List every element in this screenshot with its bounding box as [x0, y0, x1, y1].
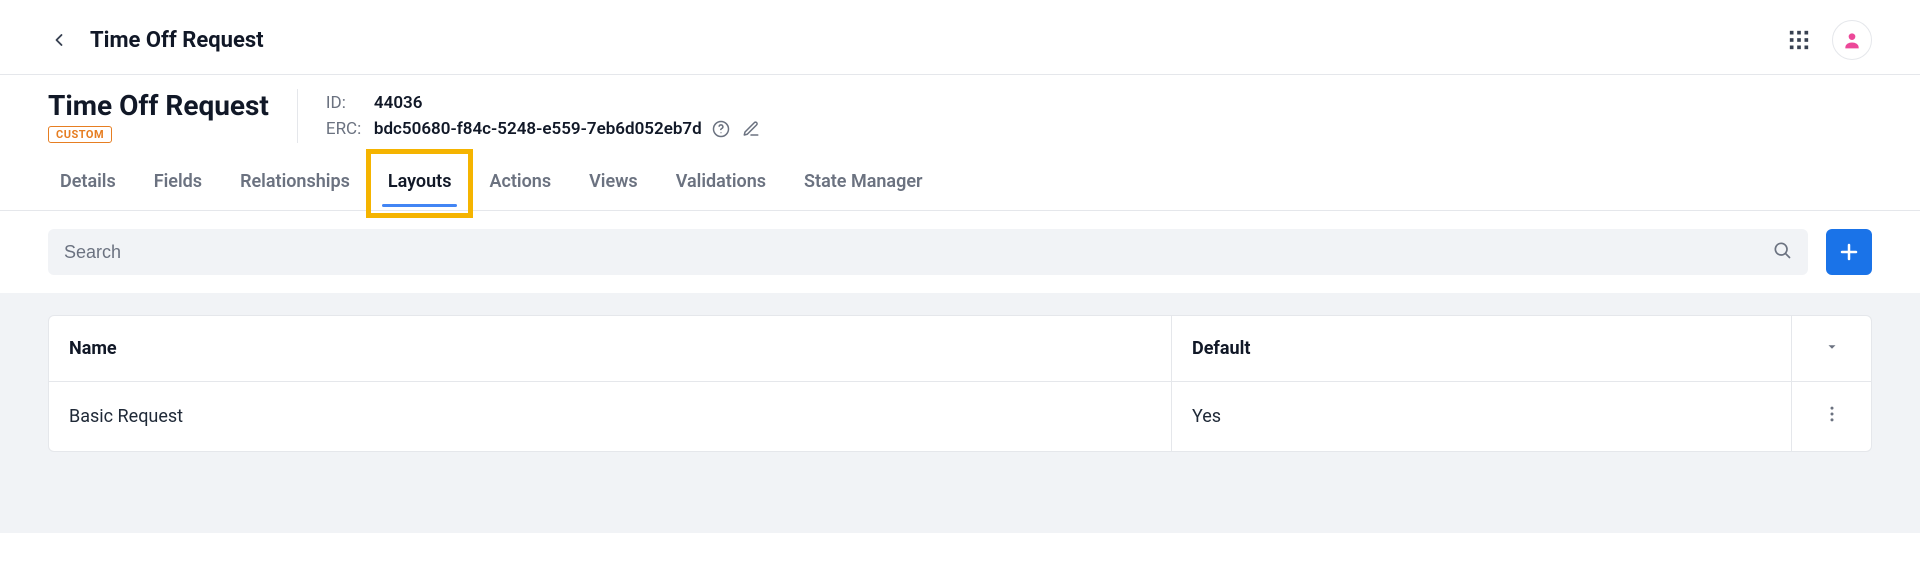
object-header-row: Time Off Request CUSTOM ID: 44036 ERC: b…	[48, 89, 1872, 143]
add-button[interactable]	[1826, 229, 1872, 275]
id-value: 44036	[374, 93, 423, 113]
pencil-icon	[742, 120, 760, 138]
plus-icon	[1837, 240, 1861, 264]
content: Name Default Basic Request Yes	[0, 293, 1920, 533]
cell-default: Yes	[1192, 406, 1221, 427]
tab-views[interactable]: Views	[587, 161, 640, 206]
tab-layouts[interactable]: Layouts	[386, 161, 454, 206]
apps-grid-icon	[1788, 29, 1810, 51]
object-header: Time Off Request CUSTOM ID: 44036 ERC: b…	[0, 74, 1920, 211]
chevron-left-icon	[49, 30, 69, 50]
object-title: Time Off Request	[48, 89, 269, 122]
column-header-name[interactable]: Name	[48, 315, 1172, 382]
erc-help-button[interactable]	[712, 120, 730, 138]
column-header-default[interactable]: Default	[1172, 315, 1792, 382]
id-row: ID: 44036	[326, 93, 760, 113]
id-label: ID:	[326, 93, 364, 113]
object-title-block: Time Off Request CUSTOM	[48, 89, 298, 143]
tab-fields[interactable]: Fields	[152, 161, 204, 206]
tab-details[interactable]: Details	[58, 161, 118, 206]
topbar: Time Off Request	[0, 0, 1920, 74]
search-icon	[1772, 240, 1792, 264]
topbar-left: Time Off Request	[48, 28, 264, 53]
erc-controls	[712, 120, 760, 138]
user-icon	[1842, 30, 1862, 50]
apps-button[interactable]	[1788, 29, 1810, 51]
cell-name: Basic Request	[69, 406, 183, 427]
layouts-table: Name Default Basic Request Yes	[48, 315, 1872, 452]
column-header-name-label: Name	[69, 338, 117, 359]
erc-value: bdc50680-f84c-5248-e559-7eb6d052eb7d	[374, 119, 702, 139]
user-avatar[interactable]	[1832, 20, 1872, 60]
caret-down-icon	[1825, 338, 1839, 359]
object-meta: ID: 44036 ERC: bdc50680-f84c-5248-e559-7…	[298, 89, 760, 139]
tab-validations[interactable]: Validations	[674, 161, 768, 206]
help-circle-icon	[712, 120, 730, 138]
row-actions-button[interactable]	[1822, 404, 1842, 429]
table-row-actions	[1792, 382, 1872, 452]
custom-badge: CUSTOM	[48, 126, 112, 143]
tab-state-manager[interactable]: State Manager	[802, 161, 924, 206]
column-header-default-label: Default	[1192, 338, 1250, 359]
erc-row: ERC: bdc50680-f84c-5248-e559-7eb6d052eb7…	[326, 119, 760, 139]
erc-label: ERC:	[326, 119, 364, 139]
page-title: Time Off Request	[90, 28, 264, 53]
table-row-default: Yes	[1172, 382, 1792, 452]
tab-actions[interactable]: Actions	[487, 161, 553, 206]
column-header-actions[interactable]	[1792, 315, 1872, 382]
search-input[interactable]	[64, 242, 1760, 263]
more-vertical-icon	[1822, 404, 1842, 424]
search-field[interactable]	[48, 229, 1808, 275]
tabs: Details Fields Relationships Layouts Act…	[48, 161, 1872, 206]
table-row-name[interactable]: Basic Request	[48, 382, 1172, 452]
erc-edit-button[interactable]	[742, 120, 760, 138]
topbar-right	[1788, 20, 1872, 60]
toolbar	[0, 211, 1920, 293]
tab-relationships[interactable]: Relationships	[238, 161, 352, 206]
back-button[interactable]	[48, 29, 70, 51]
